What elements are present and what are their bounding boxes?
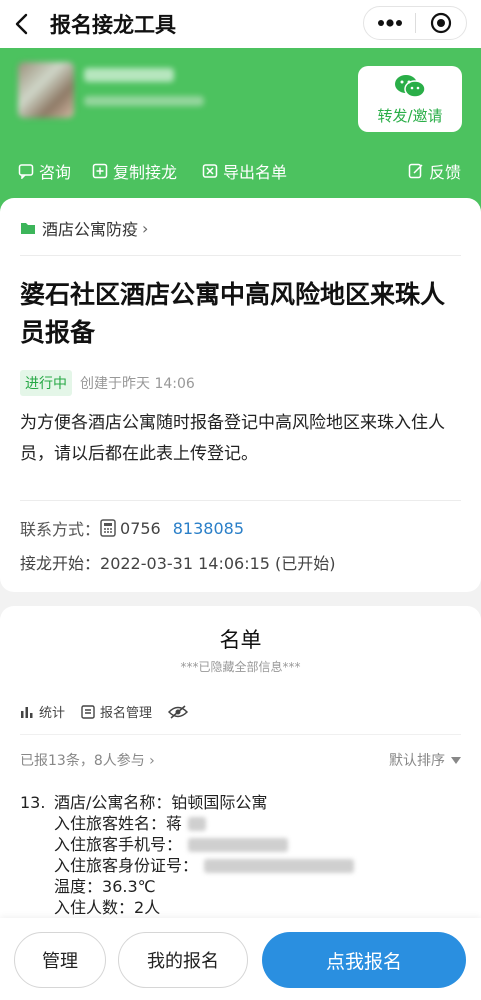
visibility-toggle[interactable] xyxy=(168,704,193,719)
excel-icon xyxy=(202,164,218,178)
copy-icon xyxy=(92,163,108,179)
start-label: 接龙开始： xyxy=(20,554,101,573)
entry-index: 13. xyxy=(20,793,46,812)
consult-button[interactable]: 咨询 xyxy=(18,159,71,183)
activity-card: 酒店公寓防疫 › 婆石社区酒店公寓中高风险地区来珠人员报备 进行中 创建于昨天 … xyxy=(0,198,481,592)
list-heading: 名单 xyxy=(219,628,262,652)
temp-value: 36.3℃ xyxy=(102,877,156,896)
stats-button[interactable]: 统计 xyxy=(20,702,65,721)
divider xyxy=(20,255,461,256)
guest-phone-label: 入住旅客手机号： xyxy=(54,835,183,854)
folder-icon xyxy=(21,223,35,234)
more-button[interactable] xyxy=(364,7,415,39)
status-row: 进行中 创建于昨天 14:06 xyxy=(20,370,195,396)
nav-bar: 报名接龙工具 xyxy=(0,0,481,48)
divider xyxy=(20,500,461,501)
close-app-button[interactable] xyxy=(416,7,466,39)
contact-label: 联系方式： xyxy=(20,520,101,539)
eye-off-icon xyxy=(168,704,189,719)
header-actions: 咨询 复制接龙 导出名单 反馈 xyxy=(0,156,481,186)
bar-chart-icon xyxy=(21,706,33,718)
chevron-left-icon xyxy=(15,13,28,35)
chat-icon xyxy=(18,164,34,179)
category-label: 酒店公寓防疫 xyxy=(42,220,139,239)
more-dots-icon xyxy=(377,19,402,27)
page-title: 报名接龙工具 xyxy=(50,13,176,37)
copy-label: 复制接龙 xyxy=(113,163,178,182)
phone-area-code: 0756 xyxy=(120,518,161,538)
manage-button[interactable]: 管理 xyxy=(14,932,106,988)
mini-program-capsule xyxy=(363,6,467,40)
avatar xyxy=(18,62,74,118)
bottom-action-bar: 管理 我的报名 点我报名 xyxy=(0,918,481,1000)
count-label: 入住人数： xyxy=(54,898,135,917)
back-button[interactable] xyxy=(0,0,44,48)
wechat-icon xyxy=(395,74,426,98)
creator-info-blurred xyxy=(84,96,204,106)
signup-button[interactable]: 点我报名 xyxy=(262,932,466,988)
temp-label: 温度： xyxy=(54,877,103,896)
start-value: 2022-03-31 14:06:15 (已开始) xyxy=(100,554,336,573)
hotel-value: 铂顿国际公寓 xyxy=(171,793,268,812)
start-row: 接龙开始：2022-03-31 14:06:15 (已开始) xyxy=(20,550,336,574)
edit-icon xyxy=(408,163,423,179)
blurred-text xyxy=(204,858,355,873)
guest-id-label: 入住旅客身份证号： xyxy=(54,856,199,875)
blurred-text xyxy=(188,816,207,831)
manage-signup-label: 报名管理 xyxy=(100,706,153,721)
telephone-icon xyxy=(100,519,116,537)
created-time: 创建于昨天 14:06 xyxy=(80,376,195,392)
sort-dropdown[interactable]: 默认排序 xyxy=(389,750,461,770)
export-label: 导出名单 xyxy=(223,163,288,182)
divider xyxy=(20,734,461,735)
hidden-note: ***已隐藏全部信息*** xyxy=(180,660,301,674)
creator-name-blurred xyxy=(84,68,174,82)
chevron-right-icon: › xyxy=(142,218,149,238)
blurred-text xyxy=(188,837,289,852)
activity-description: 为方便各酒店公寓随时报备登记中高风险地区来珠入住人员，请以后都在此表上传登记。 xyxy=(20,413,445,464)
phone-number-link[interactable]: 8138085 xyxy=(173,519,244,538)
status-badge: 进行中 xyxy=(20,370,72,396)
manage-signup-button[interactable]: 报名管理 xyxy=(81,702,152,721)
consult-label: 咨询 xyxy=(39,163,72,182)
guest-name-value: 蒋 xyxy=(166,814,183,833)
list-tools: 统计 报名管理 xyxy=(20,702,209,721)
share-label: 转发/邀请 xyxy=(377,106,443,125)
export-button[interactable]: 导出名单 xyxy=(202,159,287,183)
target-icon xyxy=(430,12,452,34)
list-icon xyxy=(81,704,95,719)
count-value: 2人 xyxy=(134,898,161,917)
contact-row: 联系方式： 0756 8138085 xyxy=(20,516,244,540)
category-link[interactable]: 酒店公寓防疫 › xyxy=(20,216,148,240)
share-invite-button[interactable]: 转发/邀请 xyxy=(358,66,462,132)
feedback-label: 反馈 xyxy=(429,163,462,182)
caret-down-icon xyxy=(451,756,461,764)
sort-label: 默认排序 xyxy=(389,753,445,769)
guest-name-label: 入住旅客姓名： xyxy=(54,814,167,833)
my-signup-button[interactable]: 我的报名 xyxy=(118,932,248,988)
feedback-button[interactable]: 反馈 xyxy=(408,159,461,183)
participant-summary[interactable]: 已报13条，8人参与 › xyxy=(20,750,155,770)
list-item: 13. 酒店/公寓名称： 铂顿国际公寓 入住旅客姓名：蒋 入住旅客手机号： 入住旅客… xyxy=(20,792,460,918)
activity-title: 婆石社区酒店公寓中高风险地区来珠人员报备 xyxy=(20,280,446,347)
stats-label: 统计 xyxy=(39,706,66,721)
hotel-label: 酒店/公寓名称： xyxy=(54,793,172,812)
summary-text: 已报13条，8人参与 xyxy=(20,753,145,769)
copy-button[interactable]: 复制接龙 xyxy=(92,159,177,183)
